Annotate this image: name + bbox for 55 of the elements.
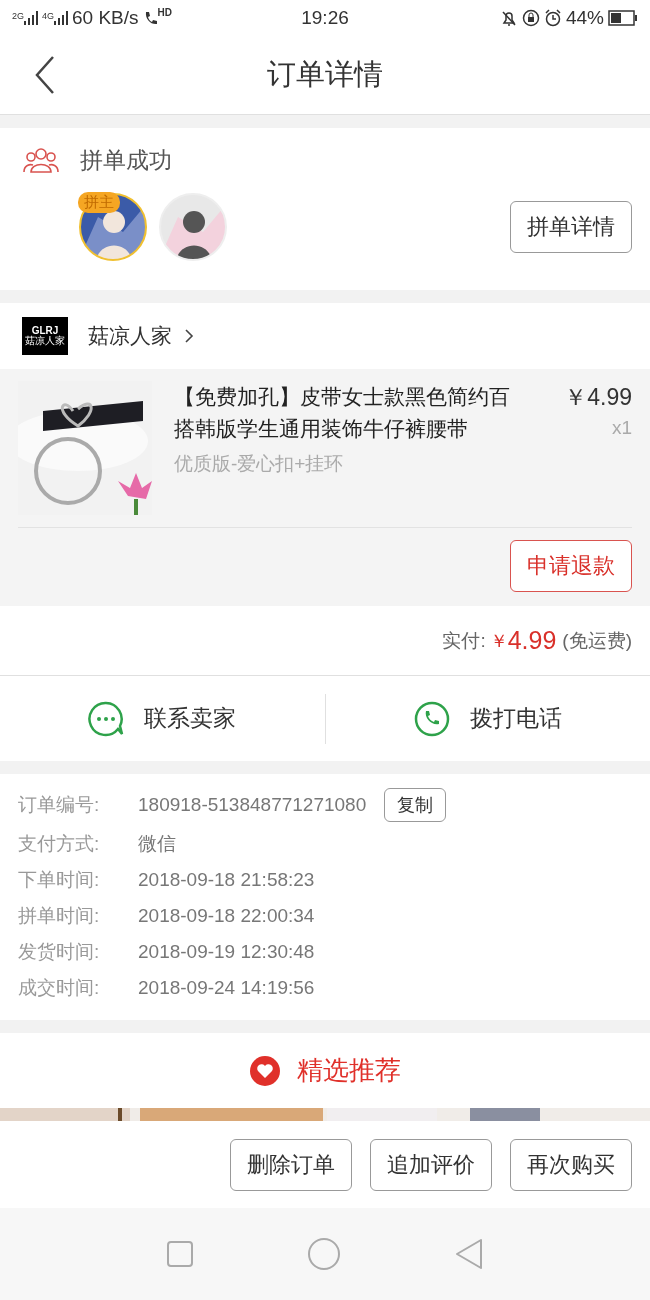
call-button[interactable]: 拨打电话 [325, 700, 650, 737]
page-title: 订单详情 [267, 57, 383, 92]
field-label: 拼单时间: [18, 904, 101, 928]
field-label: 支付方式: [18, 832, 101, 856]
product-variant: 优质版-爱心扣+挂环 [174, 452, 345, 476]
shipping-note: (免运费) [562, 628, 632, 653]
field-value: 2018-09-18 21:58:23 [138, 869, 315, 891]
quantity: x1 [610, 417, 632, 439]
product-price: ￥4.99 [563, 383, 632, 412]
field-label: 发货时间: [18, 940, 101, 964]
recent-apps-icon[interactable] [166, 1240, 195, 1268]
battery-level: 44% [565, 7, 604, 29]
field-label: 成交时间: [18, 976, 101, 1000]
field-value: 2018-09-18 22:00:34 [138, 905, 315, 927]
phone-icon [413, 700, 450, 737]
currency-symbol: ￥ [489, 629, 508, 653]
bell-off-icon [499, 9, 518, 27]
section-title: 精选推荐 [297, 1054, 401, 1087]
action-button[interactable]: 再次购买 [510, 1138, 632, 1191]
field-value: 2018-09-19 12:30:48 [138, 941, 315, 963]
battery-icon [608, 10, 638, 26]
contact-button[interactable]: 联系卖家 [0, 700, 325, 737]
logo-text: 菇凉人家 [25, 336, 65, 346]
field-value: 微信 [138, 832, 176, 856]
status-text: 拼单成功 [80, 145, 172, 175]
logo-text: GLRJ [31, 326, 59, 336]
group-details-button[interactable]: 拼单详情 [510, 201, 632, 253]
alarm-clock-icon [543, 9, 562, 27]
payment-amount: 4.99 [507, 626, 557, 655]
network-label: 4G [42, 11, 55, 21]
signal-icon [24, 11, 38, 25]
field-value: 2018-09-24 14:19:56 [138, 977, 315, 999]
rotation-lock-icon [521, 9, 540, 27]
shop-link[interactable]: 菇凉人家 [88, 322, 194, 350]
chat-icon [88, 700, 125, 737]
field-label: 下单时间: [18, 868, 101, 892]
back-icon[interactable] [33, 55, 57, 95]
chevron-right-icon [184, 328, 194, 344]
field-value: 180918-513848771271080 [138, 794, 367, 816]
clock: 19:26 [301, 7, 349, 29]
signal-icon [54, 11, 69, 25]
home-icon[interactable] [307, 1237, 341, 1271]
action-button[interactable]: 追加评价 [370, 1138, 492, 1191]
payment-label: 实付: [442, 628, 486, 653]
people-icon [22, 146, 60, 174]
refund-button[interactable]: 申请退款 [510, 540, 632, 592]
shop-name: 菇凉人家 [88, 323, 172, 349]
field-label: 订单编号: [18, 793, 101, 817]
action-button[interactable]: 删除订单 [230, 1138, 352, 1191]
network-speed: 60 KB/s [72, 7, 139, 29]
network-label: 2G [12, 11, 24, 21]
leader-badge: 拼主 [78, 192, 120, 213]
hd-label: HD [157, 7, 173, 18]
product-title: 【免费加孔】皮带女士款黑色简约百搭韩版学生通用装饰牛仔裤腰带 [174, 384, 511, 442]
copy-button[interactable]: 复制 [384, 788, 447, 822]
